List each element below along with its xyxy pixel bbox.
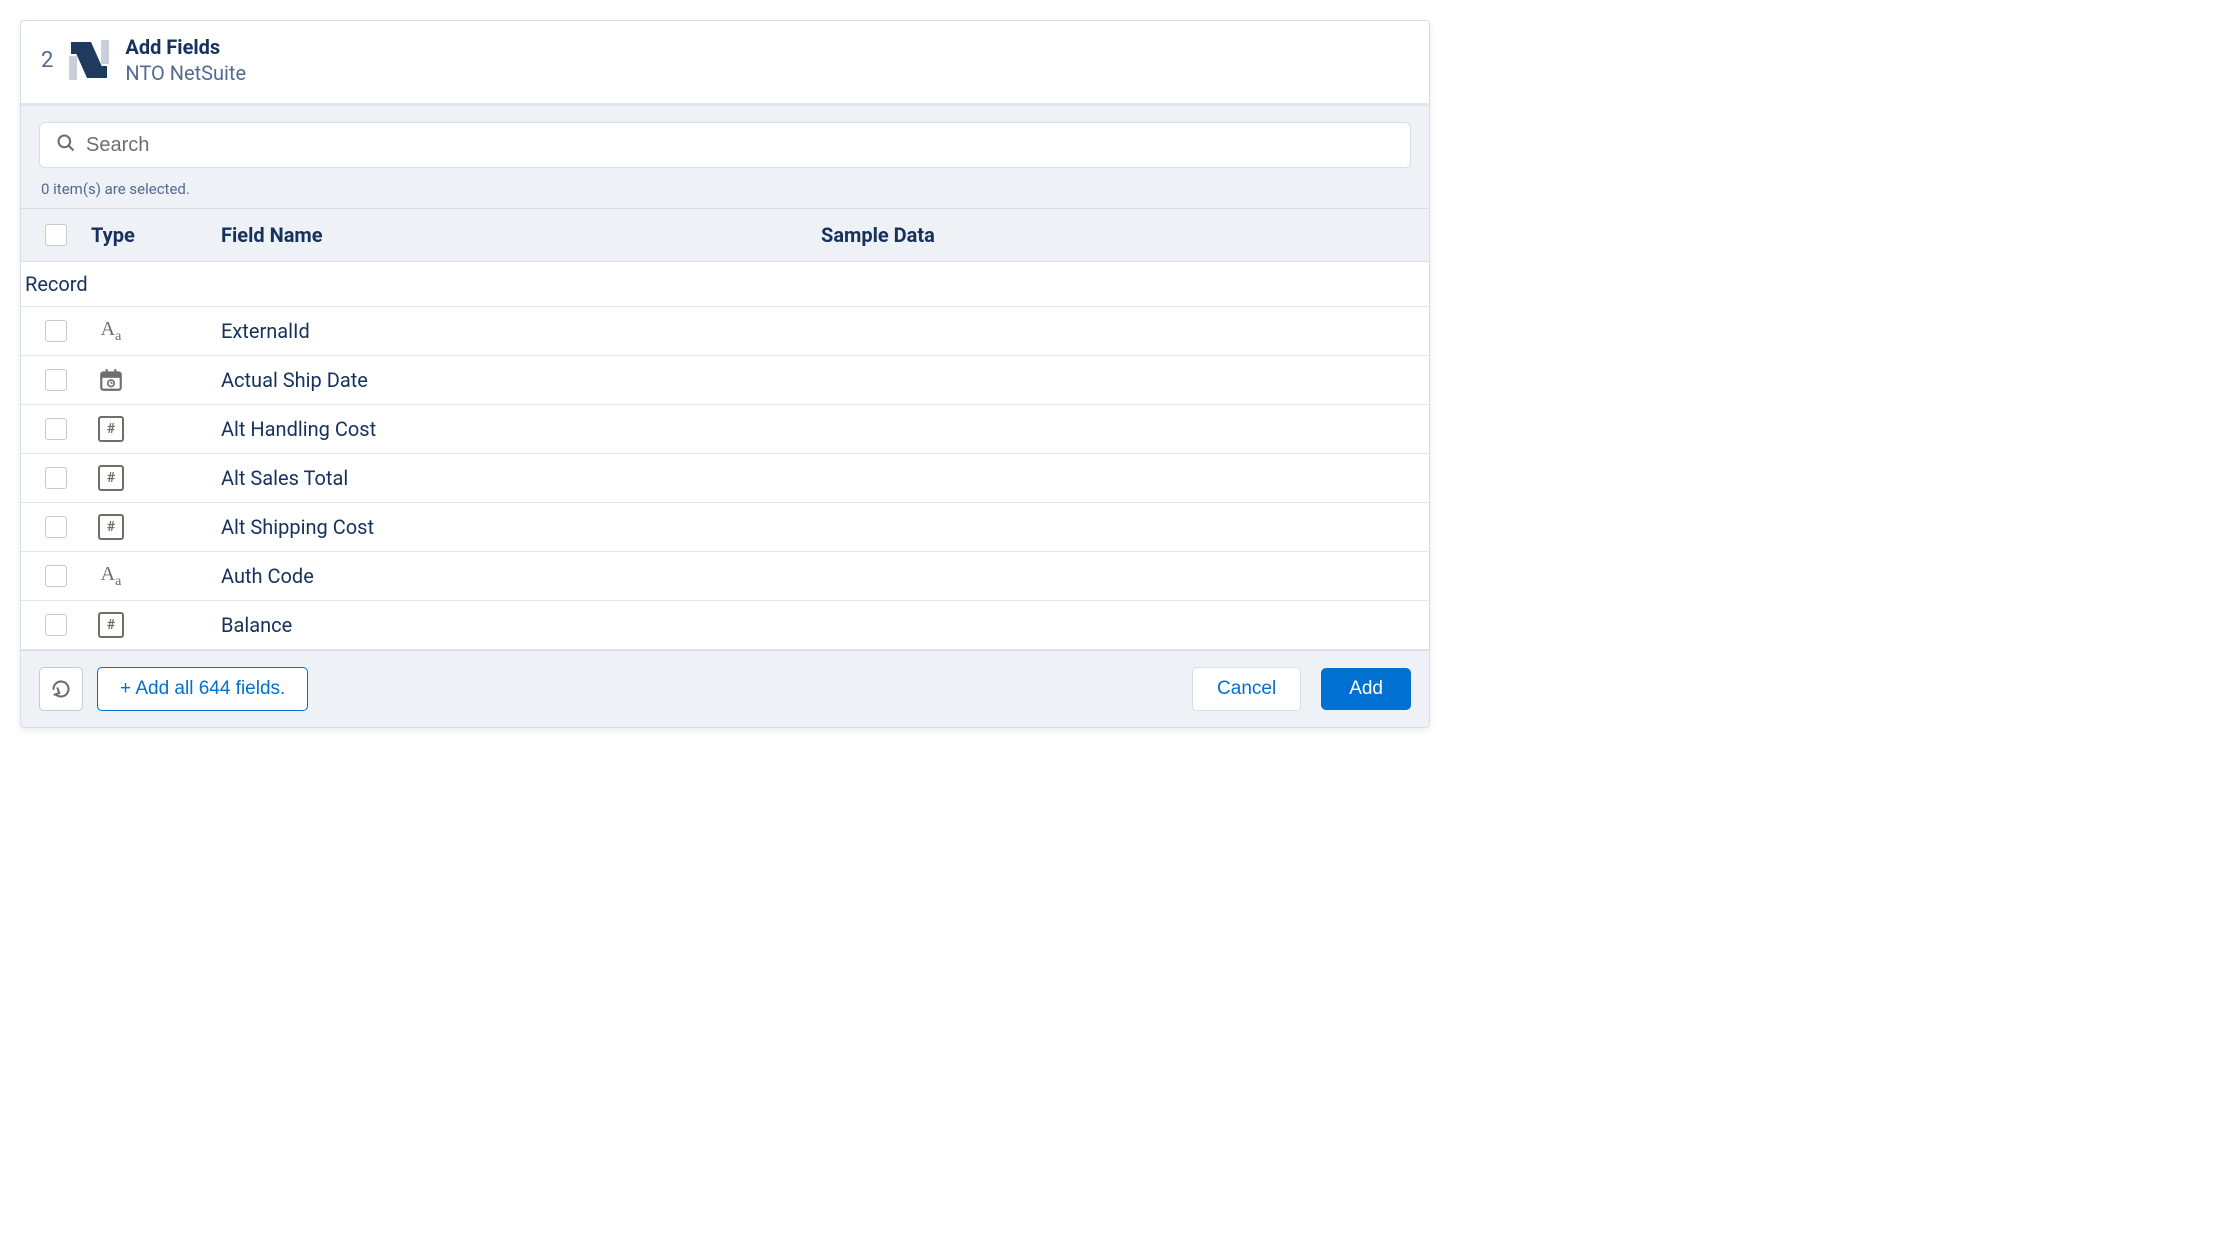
table-row: Actual Ship Date bbox=[21, 356, 1429, 405]
table-row: # Alt Sales Total bbox=[21, 454, 1429, 503]
number-type-icon: # bbox=[97, 415, 125, 443]
table-row: # Alt Handling Cost bbox=[21, 405, 1429, 454]
column-type: Type bbox=[91, 223, 221, 247]
modal-title: Add Fields bbox=[125, 35, 246, 59]
row-checkbox[interactable] bbox=[45, 614, 67, 636]
fields-table: Type Field Name Sample Data Record Aa Ext… bbox=[21, 208, 1429, 650]
search-input[interactable] bbox=[86, 134, 1394, 157]
search-box[interactable] bbox=[39, 122, 1411, 168]
modal-footer: + Add all 644 fields. Cancel Add bbox=[21, 650, 1429, 727]
row-checkbox[interactable] bbox=[45, 418, 67, 440]
add-fields-modal: 2 Add Fields NTO NetSuite 0 bbox=[20, 20, 1430, 728]
refresh-button[interactable] bbox=[39, 667, 83, 711]
add-all-fields-button[interactable]: + Add all 644 fields. bbox=[97, 667, 308, 711]
field-name-cell: ExternalId bbox=[221, 319, 821, 343]
add-button[interactable]: Add bbox=[1321, 668, 1411, 710]
number-type-icon: # bbox=[97, 464, 125, 492]
select-all-checkbox[interactable] bbox=[45, 224, 67, 246]
group-record: Record bbox=[21, 262, 1429, 307]
number-type-icon: # bbox=[97, 513, 125, 541]
text-type-icon: Aa bbox=[97, 317, 125, 345]
table-row: # Alt Shipping Cost bbox=[21, 503, 1429, 552]
column-field-name: Field Name bbox=[221, 223, 821, 247]
modal-header: 2 Add Fields NTO NetSuite bbox=[21, 21, 1429, 103]
table-header: Type Field Name Sample Data bbox=[21, 208, 1429, 262]
date-type-icon bbox=[97, 366, 125, 394]
field-name-cell: Balance bbox=[221, 613, 821, 637]
header-text: Add Fields NTO NetSuite bbox=[125, 35, 246, 85]
netsuite-icon bbox=[67, 38, 111, 82]
modal-subtitle: NTO NetSuite bbox=[125, 61, 246, 85]
number-type-icon: # bbox=[97, 611, 125, 639]
table-row: # Balance bbox=[21, 601, 1429, 650]
field-name-cell: Auth Code bbox=[221, 564, 821, 588]
field-name-cell: Alt Handling Cost bbox=[221, 417, 821, 441]
text-type-icon: Aa bbox=[97, 562, 125, 590]
table-row: Aa Auth Code bbox=[21, 552, 1429, 601]
step-number: 2 bbox=[41, 48, 53, 73]
row-checkbox[interactable] bbox=[45, 516, 67, 538]
search-icon bbox=[56, 133, 76, 157]
field-name-cell: Actual Ship Date bbox=[221, 368, 821, 392]
field-name-cell: Alt Sales Total bbox=[221, 466, 821, 490]
column-sample-data: Sample Data bbox=[821, 223, 1429, 247]
row-checkbox[interactable] bbox=[45, 565, 67, 587]
cancel-button[interactable]: Cancel bbox=[1192, 667, 1301, 711]
table-row: Aa ExternalId bbox=[21, 307, 1429, 356]
row-checkbox[interactable] bbox=[45, 467, 67, 489]
field-name-cell: Alt Shipping Cost bbox=[221, 515, 821, 539]
row-checkbox[interactable] bbox=[45, 320, 67, 342]
search-section: 0 item(s) are selected. bbox=[21, 103, 1429, 208]
row-checkbox[interactable] bbox=[45, 369, 67, 391]
selection-status: 0 item(s) are selected. bbox=[39, 180, 1411, 198]
